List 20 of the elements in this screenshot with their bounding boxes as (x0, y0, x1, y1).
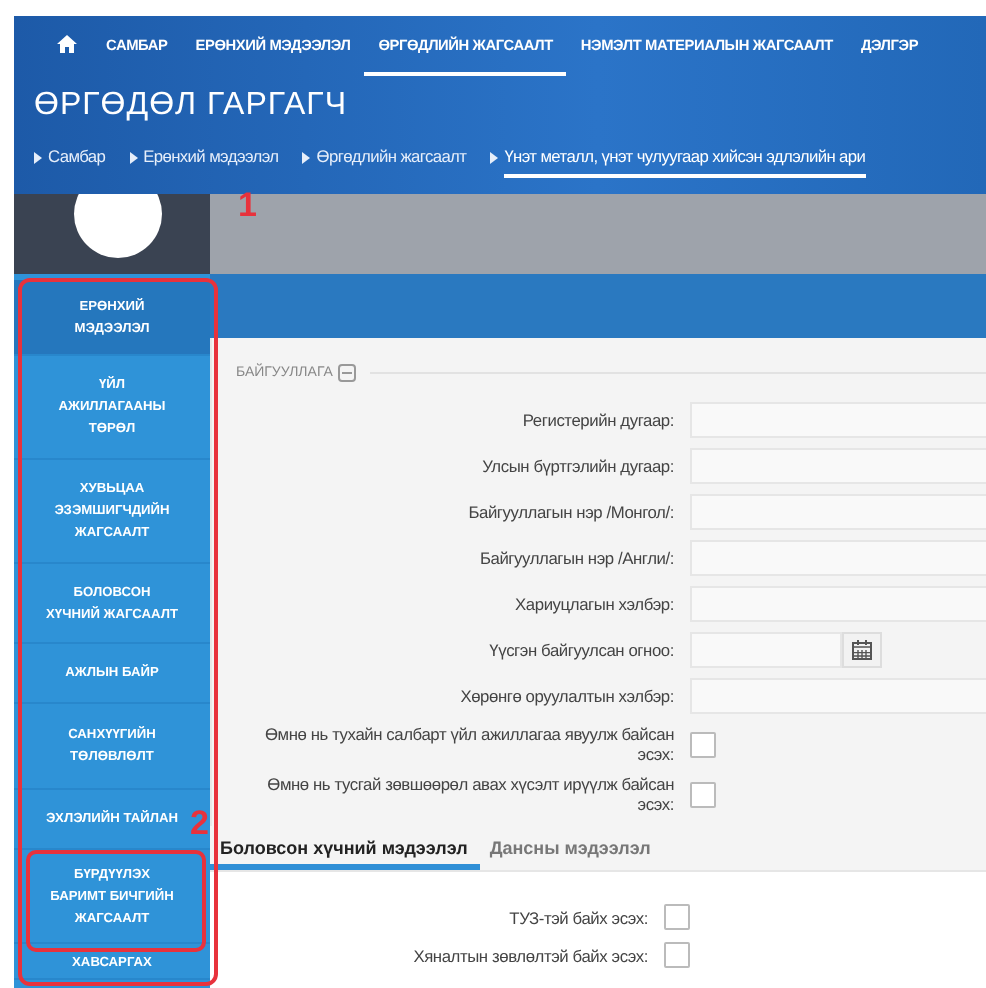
field-label: Хөрөнгө оруулалтын хэлбэр: (458, 686, 674, 706)
field-label: Өмнө нь тухайн салбарт үйл ажиллагаа явуулж байсан эсэх: (262, 724, 674, 764)
field-label: Хяналтын зөвлөлтэй байх эсэх: (411, 945, 648, 965)
field-label: Байгууллагын нэр /Англи/: (477, 548, 674, 568)
field-label: Өмнө нь тусгай зөвшөөрөл авах хүсэлт ирүүлж байсан эсэх: (265, 774, 674, 814)
breadcrumb-link[interactable]: Үнэт металл, үнэт чулуугаар хийсэн эдлэлийн ари (504, 138, 866, 178)
breadcrumb-link[interactable]: Ерөнхий мэдээлэл (143, 138, 279, 178)
page-title: ӨРГӨДӨЛ ГАРГАГЧ (32, 86, 349, 126)
field-label: Байгууллагын нэр /Монгол/: (466, 502, 674, 522)
field-label: Регистерийн дугаар: (520, 410, 674, 430)
annotation-number: 1 (238, 188, 257, 224)
annotation-number: 2 (190, 806, 209, 842)
tab[interactable]: Боловсон хүчний мэдээлэл (210, 826, 480, 870)
field-label: ТУЗ-тэй байх эсэх: (507, 907, 648, 927)
breadcrumb-link[interactable]: Самбар (48, 138, 106, 178)
field-label: Үүсгэн байгуулсан огноо: (487, 640, 674, 660)
breadcrumb-link[interactable]: Өргөдлийн жагсаалт (316, 138, 467, 178)
field-label: Улсын бүртгэлийн дугаар: (480, 456, 674, 476)
field-label: Хариуцлагын хэлбэр: (513, 594, 674, 614)
tab[interactable]: Дансны мэдээлэл (479, 826, 663, 870)
